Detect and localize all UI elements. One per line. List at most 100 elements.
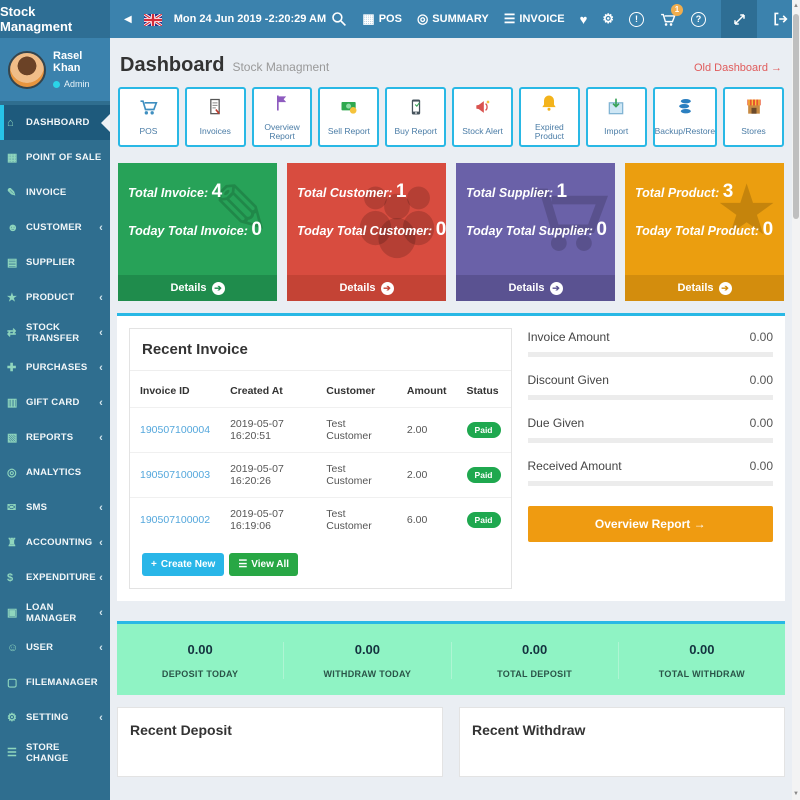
sidebar-item-purchases[interactable]: ✚ PURCHASES ‹ <box>0 350 110 385</box>
supplier-details-link[interactable]: Details➔ <box>456 275 615 301</box>
shortcut-stores[interactable]: Stores <box>723 87 784 147</box>
app-logo[interactable]: Stock Managment <box>0 0 110 38</box>
sidebar-item-customer[interactable]: ☻ CUSTOMER ‹ <box>0 210 110 245</box>
overview-report-button[interactable]: Overview Report → <box>528 506 773 542</box>
search-icon[interactable] <box>331 11 347 27</box>
invoice-icon: ✎ <box>7 186 22 199</box>
shortcut-expired-product[interactable]: Expired Product <box>519 87 580 147</box>
sidebar-item-accounting[interactable]: ♜ ACCOUNTING ‹ <box>0 525 110 560</box>
invoice-id-link[interactable]: 190507100004 <box>140 424 210 436</box>
shortcut-invoices[interactable]: Invoices <box>185 87 246 147</box>
summary-label: Due Given <box>528 416 585 430</box>
sidebar-item-sms[interactable]: ✉ SMS ‹ <box>0 490 110 525</box>
total-deposit: 0.00 TOTAL DEPOSIT <box>452 642 619 679</box>
total-customer-value: 1 <box>396 181 407 202</box>
sidebar-item-invoice[interactable]: ✎ INVOICE <box>0 175 110 210</box>
list-icon: ☰ <box>504 11 516 27</box>
top-bar: Stock Managment ◀ Mon 24 Jun 2019 -2:20:… <box>0 0 792 38</box>
sidebar-item-product[interactable]: ★ PRODUCT ‹ <box>0 280 110 315</box>
shortcut-import[interactable]: Import <box>586 87 647 147</box>
recent-invoice-card: Recent Invoice Invoice ID Created At Cus… <box>129 328 512 589</box>
col-invoice-id: Invoice ID <box>130 371 220 408</box>
nav-invoice[interactable]: ☰ INVOICE <box>504 11 565 27</box>
progress-track <box>528 438 773 443</box>
customer-details-link[interactable]: Details➔ <box>287 275 446 301</box>
progress-track <box>528 395 773 400</box>
cart-icon <box>138 97 158 122</box>
chevron-left-icon: ‹ <box>99 327 103 339</box>
stat-card-product: ★ Total Product: 3 Today Total Product: … <box>625 163 784 301</box>
datetime-label: Mon 24 Jun 2019 -2:20:29 AM <box>174 13 326 25</box>
main-content: Dashboard Stock Managment Old Dashboard … <box>110 38 792 800</box>
scroll-up-icon[interactable]: ▲ <box>792 0 800 12</box>
sidebar-item-expenditure[interactable]: $ EXPENDITURE ‹ <box>0 560 110 595</box>
today-product-value: 0 <box>763 219 774 240</box>
user-profile: Rasel Khan Admin <box>0 38 110 101</box>
view-all-button[interactable]: ☰View All <box>229 553 298 576</box>
shortcut-buy-report[interactable]: Buy Report <box>385 87 446 147</box>
table-row: 190507100003 2019-05-07 16:20:26 Test Cu… <box>130 453 511 498</box>
nav-pos[interactable]: ▦ POS <box>362 11 402 27</box>
page-scrollbar[interactable]: ▲ ▼ <box>792 0 800 800</box>
sidebar-item-analytics[interactable]: ◎ ANALYTICS <box>0 455 110 490</box>
sidebar-item-user[interactable]: ☺ USER ‹ <box>0 630 110 665</box>
shortcut-stock-alert[interactable]: Stock Alert <box>452 87 513 147</box>
sidebar-item-point-of-sale[interactable]: ▦ POINT OF SALE <box>0 140 110 175</box>
chevron-left-icon: ‹ <box>99 502 103 514</box>
invoice-id-link[interactable]: 190507100002 <box>140 514 210 526</box>
sidebar-item-stock-transfer[interactable]: ⇄ STOCK TRANSFER ‹ <box>0 315 110 350</box>
sidebar-item-filemanager[interactable]: ▢ FILEMANAGER <box>0 665 110 700</box>
cart-icon[interactable]: 1 <box>659 11 676 28</box>
analytics-icon: ◎ <box>7 466 22 479</box>
target-icon: ◎ <box>417 11 428 27</box>
chevron-left-icon: ‹ <box>99 642 103 654</box>
avatar[interactable] <box>8 51 46 89</box>
flag-icon <box>272 93 292 118</box>
recent-invoice-title: Recent Invoice <box>130 329 511 371</box>
chevron-left-icon: ‹ <box>99 607 103 619</box>
summary-label: Discount Given <box>528 373 609 387</box>
purchases-icon: ✚ <box>7 361 22 374</box>
sidebar-item-reports[interactable]: ▧ REPORTS ‹ <box>0 420 110 455</box>
fullscreen-icon[interactable] <box>721 0 757 38</box>
megaphone-icon <box>473 97 493 122</box>
status-badge: Paid <box>467 422 501 438</box>
sidebar-item-supplier[interactable]: ▤ SUPPLIER <box>0 245 110 280</box>
invoice-id-link[interactable]: 190507100003 <box>140 469 210 481</box>
scroll-down-icon[interactable]: ▼ <box>792 788 800 800</box>
scrollbar-thumb[interactable] <box>793 14 799 219</box>
invoice-summary: Invoice Amount0.00 Discount Given0.00 Du… <box>528 328 773 589</box>
product-details-link[interactable]: Details➔ <box>625 275 784 301</box>
sidebar-item-store-change[interactable]: ☰ STORE CHANGE <box>0 735 110 770</box>
gear-icon[interactable]: ⚙ <box>602 11 614 27</box>
old-dashboard-link[interactable]: Old Dashboard → <box>694 62 782 74</box>
shortcut-bar: POS Invoices Overview Report Sell Report… <box>117 85 785 149</box>
user-icon: ☺ <box>7 642 22 654</box>
sidebar-collapse-icon[interactable]: ◀ <box>124 14 132 25</box>
product-icon: ★ <box>7 291 22 304</box>
sidebar-item-loan-manager[interactable]: ▣ LOAN MANAGER ‹ <box>0 595 110 630</box>
shortcut-sell-report[interactable]: Sell Report <box>318 87 379 147</box>
sidebar-item-gift-card[interactable]: ▥ GIFT CARD ‹ <box>0 385 110 420</box>
alert-circle-icon[interactable]: ! <box>629 12 644 27</box>
shortcut-overview-report[interactable]: Overview Report <box>252 87 313 147</box>
logout-icon[interactable] <box>772 11 788 27</box>
language-flag-icon[interactable] <box>144 13 162 25</box>
sidebar-item-setting[interactable]: ⚙ SETTING ‹ <box>0 700 110 735</box>
customer-icon: ☻ <box>7 222 22 234</box>
create-new-button[interactable]: +Create New <box>142 553 224 576</box>
today-supplier-value: 0 <box>596 219 607 240</box>
shortcut-pos[interactable]: POS <box>118 87 179 147</box>
import-icon <box>606 97 626 122</box>
heart-icon[interactable]: ♥ <box>580 12 588 27</box>
home-icon: ⌂ <box>7 117 22 129</box>
sidebar-item-dashboard[interactable]: ⌂ DASHBOARD <box>0 105 110 140</box>
help-icon[interactable]: ? <box>691 12 706 27</box>
summary-value: 0.00 <box>750 459 773 473</box>
total-withdraw: 0.00 TOTAL WITHDRAW <box>619 642 785 679</box>
supplier-icon: ▤ <box>7 256 22 269</box>
shortcut-backup-restore[interactable]: Backup/Restore <box>653 87 717 147</box>
accounting-icon: ♜ <box>7 536 22 549</box>
nav-summary[interactable]: ◎ SUMMARY <box>417 11 489 27</box>
invoice-details-link[interactable]: Details➔ <box>118 275 277 301</box>
